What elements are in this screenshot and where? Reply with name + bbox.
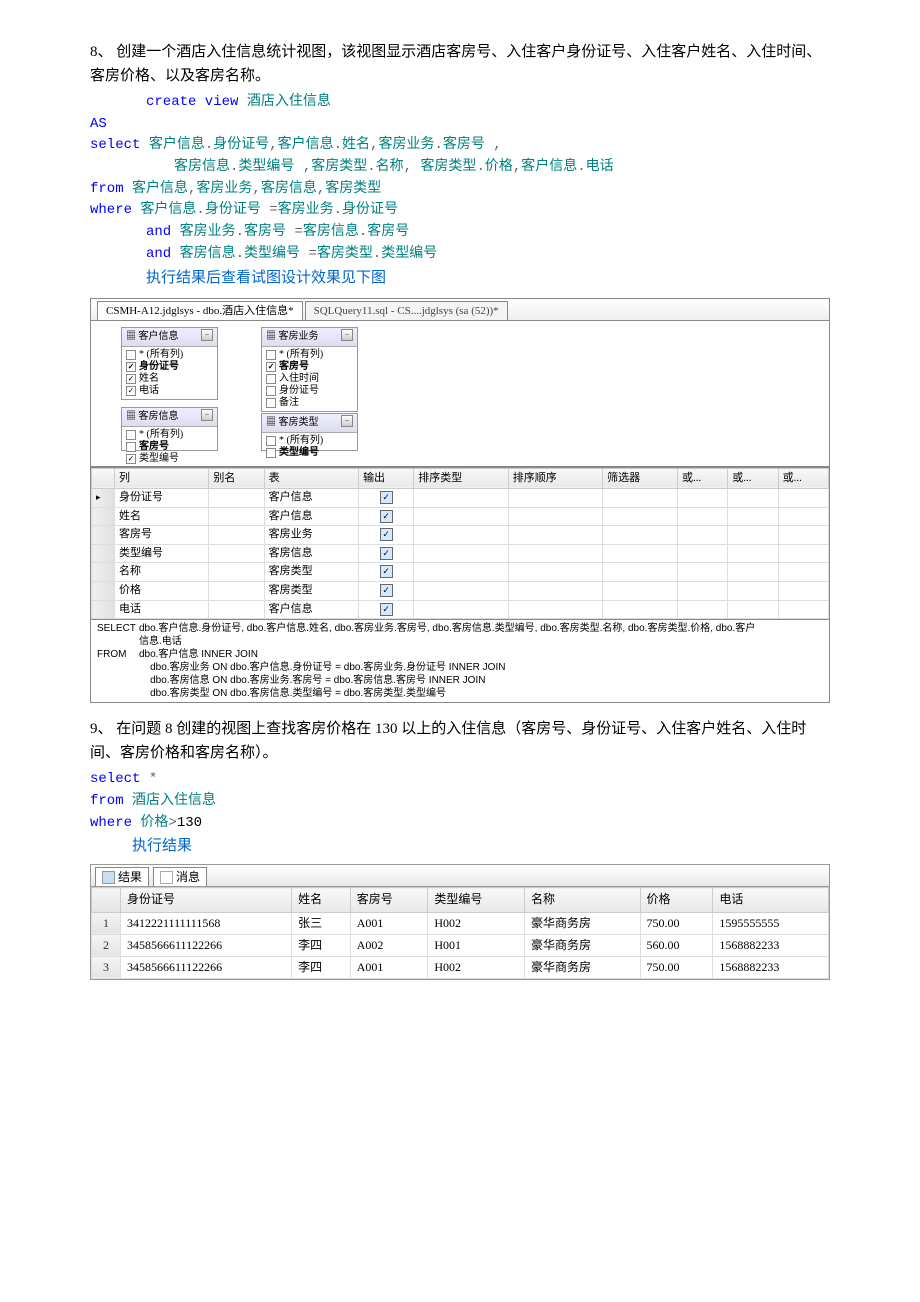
- question-8: 8、 创建一个酒店入住信息统计视图，该视图显示酒店客房号、入住客户身份证号、入住…: [90, 40, 830, 88]
- result-header[interactable]: 价格: [640, 888, 713, 912]
- result-row[interactable]: 23458566611122266李四A002H001豪华商务房560.0015…: [92, 934, 829, 956]
- results-tab-grid[interactable]: 结果: [95, 867, 149, 886]
- minimize-icon[interactable]: –: [201, 329, 213, 341]
- results-tabs: 结果 消息: [90, 864, 830, 887]
- grid-icon: [102, 871, 115, 884]
- result-header[interactable]: 电话: [713, 888, 829, 912]
- sql-pane: SELECTdbo.客户信息.身份证号, dbo.客户信息.姓名, dbo.客房…: [90, 620, 830, 703]
- table-box[interactable]: ▦ 客房类型–* (所有列)类型编号: [261, 413, 358, 451]
- code-block-9: select *from 酒店入住信息where 价格>130: [90, 769, 830, 834]
- criteria-row[interactable]: 身份证号客户信息✓: [92, 489, 829, 508]
- table-icon: ▦ 客房类型: [266, 415, 319, 431]
- grid-header[interactable]: 或...: [778, 468, 828, 489]
- table-box[interactable]: ▦ 客房业务–* (所有列)客房号入住时间身份证号备注: [261, 327, 358, 412]
- checkbox-icon[interactable]: ✓: [380, 565, 393, 578]
- diagram-pane: ▦ 客户信息–* (所有列)身份证号姓名电话▦ 客房业务–* (所有列)客房号入…: [90, 321, 830, 467]
- checkbox-icon[interactable]: ✓: [380, 510, 393, 523]
- table-icon: ▦ 客户信息: [126, 329, 179, 345]
- criteria-pane: 列别名表输出排序类型排序顺序筛选器或...或...或...身份证号客户信息✓姓名…: [90, 467, 830, 621]
- minimize-icon[interactable]: –: [341, 329, 353, 341]
- grid-header[interactable]: 排序顺序: [508, 468, 602, 489]
- criteria-row[interactable]: 类型编号客房信息✓: [92, 544, 829, 563]
- result-row[interactable]: 33458566611122266李四A001H002豪华商务房750.0015…: [92, 956, 829, 978]
- minimize-icon[interactable]: –: [341, 415, 353, 427]
- criteria-row[interactable]: 姓名客户信息✓: [92, 507, 829, 526]
- result-note-9: 执行结果: [132, 834, 830, 858]
- grid-header[interactable]: 输出: [359, 468, 414, 489]
- grid-header[interactable]: 排序类型: [414, 468, 508, 489]
- grid-header[interactable]: 或...: [677, 468, 727, 489]
- result-header[interactable]: 姓名: [292, 888, 351, 912]
- results-tab-messages[interactable]: 消息: [153, 867, 207, 886]
- grid-header[interactable]: 表: [264, 468, 358, 489]
- minimize-icon[interactable]: –: [201, 409, 213, 421]
- checkbox-icon[interactable]: ✓: [380, 547, 393, 560]
- criteria-row[interactable]: 客房号客房业务✓: [92, 526, 829, 545]
- table-box[interactable]: ▦ 客房信息–* (所有列)客房号类型编号: [121, 407, 218, 451]
- criteria-row[interactable]: 价格客房类型✓: [92, 582, 829, 601]
- designer-tab-inactive[interactable]: SQLQuery11.sql - CS....jdglsys (sa (52))…: [305, 301, 508, 320]
- results-table: 身份证号姓名客房号类型编号名称价格电话13412221111111568张三A0…: [90, 887, 830, 980]
- grid-header[interactable]: 别名: [209, 468, 264, 489]
- table-box[interactable]: ▦ 客户信息–* (所有列)身份证号姓名电话: [121, 327, 218, 400]
- view-designer-screenshot: CSMH-A12.jdglsys - dbo.酒店入住信息* SQLQuery1…: [90, 298, 830, 704]
- checkbox-icon[interactable]: ✓: [380, 603, 393, 616]
- result-header[interactable]: 客房号: [350, 888, 428, 912]
- results-grid-screenshot: 结果 消息 身份证号姓名客房号类型编号名称价格电话134122211111115…: [90, 864, 830, 980]
- criteria-row[interactable]: 名称客房类型✓: [92, 563, 829, 582]
- designer-tabbar: CSMH-A12.jdglsys - dbo.酒店入住信息* SQLQuery1…: [90, 298, 830, 321]
- checkbox-icon[interactable]: ✓: [380, 528, 393, 541]
- message-icon: [160, 871, 173, 884]
- result-header[interactable]: 类型编号: [428, 888, 525, 912]
- table-icon: ▦ 客房业务: [266, 329, 319, 345]
- grid-header[interactable]: 或...: [728, 468, 778, 489]
- result-note-8: 执行结果后查看试图设计效果见下图: [146, 266, 830, 290]
- result-row[interactable]: 13412221111111568张三A001H002豪华商务房750.0015…: [92, 912, 829, 934]
- question-9: 9、 在问题 8 创建的视图上查找客房价格在 130 以上的入住信息（客房号、身…: [90, 717, 830, 765]
- criteria-row[interactable]: 电话客户信息✓: [92, 600, 829, 619]
- designer-tab-active[interactable]: CSMH-A12.jdglsys - dbo.酒店入住信息*: [97, 301, 303, 320]
- result-header[interactable]: 名称: [524, 888, 640, 912]
- checkbox-icon[interactable]: ✓: [380, 491, 393, 504]
- code-block-8: create view 酒店入住信息ASselect 客户信息.身份证号,客户信…: [90, 92, 830, 266]
- grid-header[interactable]: 列: [115, 468, 209, 489]
- checkbox-icon[interactable]: ✓: [380, 584, 393, 597]
- result-header[interactable]: 身份证号: [121, 888, 292, 912]
- grid-header[interactable]: 筛选器: [603, 468, 678, 489]
- table-icon: ▦ 客房信息: [126, 409, 179, 425]
